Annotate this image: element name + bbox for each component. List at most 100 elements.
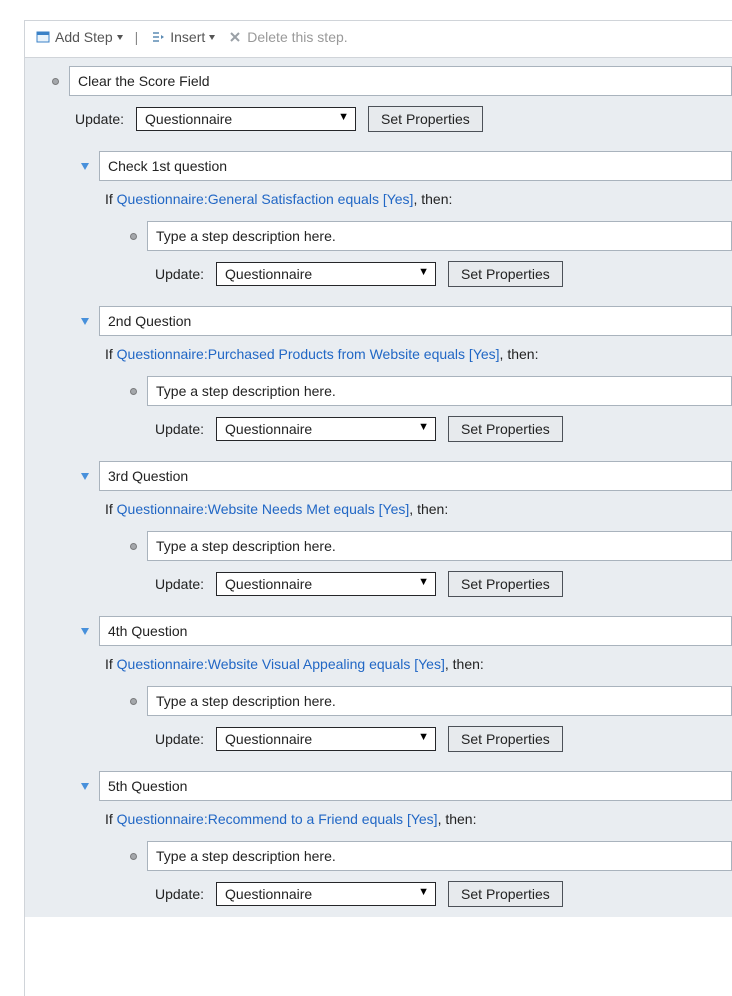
then-suffix: , then: (438, 811, 477, 827)
if-prefix: If (105, 811, 117, 827)
condition-title-value: 2nd Question (108, 313, 191, 329)
entity-select[interactable]: Questionnaire ▼ (216, 417, 436, 441)
condition-header[interactable]: 4th Question (25, 616, 732, 646)
bullet-icon (127, 695, 139, 707)
question-section: 4th Question If Questionnaire:Website Vi… (25, 607, 732, 762)
step-row[interactable]: Type a step description here. (25, 221, 732, 251)
question-section: 2nd Question If Questionnaire:Purchased … (25, 297, 732, 452)
condition-row: If Questionnaire:Recommend to a Friend e… (25, 801, 732, 833)
question-section: Check 1st question If Questionnaire:Gene… (25, 142, 732, 297)
expand-icon[interactable] (79, 470, 91, 482)
condition-title-input[interactable]: Check 1st question (99, 151, 732, 181)
add-step-button[interactable]: Add Step (31, 27, 127, 47)
condition-link[interactable]: Questionnaire:Purchased Products from We… (117, 346, 500, 362)
step-row[interactable]: Type a step description here. (25, 376, 732, 406)
condition-row: If Questionnaire:Website Needs Met equal… (25, 491, 732, 523)
set-properties-label: Set Properties (461, 266, 550, 282)
bullet-icon (127, 230, 139, 242)
entity-select-value: Questionnaire (225, 576, 312, 592)
step-row[interactable]: Type a step description here. (25, 686, 732, 716)
expand-icon[interactable] (79, 315, 91, 327)
expand-icon[interactable] (79, 780, 91, 792)
delete-step-button[interactable]: Delete this step. (223, 27, 351, 47)
step-description-placeholder: Type a step description here. (156, 848, 336, 864)
set-properties-button[interactable]: Set Properties (448, 881, 563, 907)
step-description-input[interactable]: Clear the Score Field (69, 66, 732, 96)
then-suffix: , then: (500, 346, 539, 362)
if-prefix: If (105, 656, 117, 672)
condition-header[interactable]: Check 1st question (25, 151, 732, 181)
step-row[interactable]: Type a step description here. (25, 531, 732, 561)
chevron-down-icon: ▼ (338, 111, 349, 123)
toolbar: Add Step | Insert Delete this step. (25, 21, 732, 57)
set-properties-button[interactable]: Set Properties (448, 261, 563, 287)
update-label: Update: (155, 886, 204, 902)
condition-title-input[interactable]: 5th Question (99, 771, 732, 801)
insert-button[interactable]: Insert (146, 27, 219, 47)
separator: | (131, 29, 143, 45)
set-properties-button[interactable]: Set Properties (448, 726, 563, 752)
update-label: Update: (155, 421, 204, 437)
update-label: Update: (155, 731, 204, 747)
condition-row: If Questionnaire:Purchased Products from… (25, 336, 732, 368)
condition-header[interactable]: 2nd Question (25, 306, 732, 336)
condition-header[interactable]: 3rd Question (25, 461, 732, 491)
entity-select[interactable]: Questionnaire ▼ (216, 262, 436, 286)
question-section: 5th Question If Questionnaire:Recommend … (25, 762, 732, 917)
insert-icon (150, 29, 166, 45)
entity-select-value: Questionnaire (145, 111, 232, 127)
bullet-icon (127, 850, 139, 862)
set-properties-button[interactable]: Set Properties (368, 106, 483, 132)
condition-link[interactable]: Questionnaire:Website Visual Appealing e… (117, 656, 445, 672)
entity-select[interactable]: Questionnaire ▼ (136, 107, 356, 131)
step-description-input[interactable]: Type a step description here. (147, 686, 732, 716)
update-row: Update: Questionnaire ▼ Set Properties (25, 251, 732, 297)
expand-icon[interactable] (79, 625, 91, 637)
set-properties-label: Set Properties (461, 731, 550, 747)
then-suffix: , then: (445, 656, 484, 672)
then-suffix: , then: (409, 501, 448, 517)
chevron-down-icon: ▼ (418, 576, 429, 588)
condition-title-input[interactable]: 3rd Question (99, 461, 732, 491)
step-description-placeholder: Type a step description here. (156, 538, 336, 554)
step-row[interactable]: Clear the Score Field (25, 66, 732, 96)
update-row: Update: Questionnaire ▼ Set Properties (25, 96, 732, 142)
condition-title-value: 3rd Question (108, 468, 188, 484)
set-properties-label: Set Properties (381, 111, 470, 127)
condition-link[interactable]: Questionnaire:Website Needs Met equals [… (117, 501, 410, 517)
step-description-input[interactable]: Type a step description here. (147, 531, 732, 561)
step-row[interactable]: Type a step description here. (25, 841, 732, 871)
condition-link[interactable]: Questionnaire:General Satisfaction equal… (117, 191, 414, 207)
update-row: Update: Questionnaire ▼ Set Properties (25, 716, 732, 762)
entity-select-value: Questionnaire (225, 886, 312, 902)
step-description-input[interactable]: Type a step description here. (147, 841, 732, 871)
set-properties-button[interactable]: Set Properties (448, 571, 563, 597)
add-step-label: Add Step (55, 29, 113, 45)
if-prefix: If (105, 346, 117, 362)
chevron-down-icon: ▼ (418, 421, 429, 433)
condition-header[interactable]: 5th Question (25, 771, 732, 801)
step-description-input[interactable]: Type a step description here. (147, 376, 732, 406)
entity-select[interactable]: Questionnaire ▼ (216, 727, 436, 751)
delete-label: Delete this step. (247, 29, 347, 45)
delete-icon (227, 29, 243, 45)
then-suffix: , then: (413, 191, 452, 207)
bullet-icon (127, 385, 139, 397)
condition-title-input[interactable]: 2nd Question (99, 306, 732, 336)
step-description-input[interactable]: Type a step description here. (147, 221, 732, 251)
entity-select[interactable]: Questionnaire ▼ (216, 882, 436, 906)
set-properties-button[interactable]: Set Properties (448, 416, 563, 442)
steps-area: Clear the Score Field Update: Questionna… (25, 57, 732, 917)
update-label: Update: (75, 111, 124, 127)
condition-title-input[interactable]: 4th Question (99, 616, 732, 646)
step-description-value: Clear the Score Field (78, 73, 210, 89)
set-properties-label: Set Properties (461, 576, 550, 592)
step-description-placeholder: Type a step description here. (156, 383, 336, 399)
chevron-down-icon (117, 35, 123, 40)
update-row: Update: Questionnaire ▼ Set Properties (25, 871, 732, 917)
expand-icon[interactable] (79, 160, 91, 172)
entity-select-value: Questionnaire (225, 731, 312, 747)
condition-link[interactable]: Questionnaire:Recommend to a Friend equa… (117, 811, 438, 827)
condition-title-value: 4th Question (108, 623, 187, 639)
entity-select[interactable]: Questionnaire ▼ (216, 572, 436, 596)
